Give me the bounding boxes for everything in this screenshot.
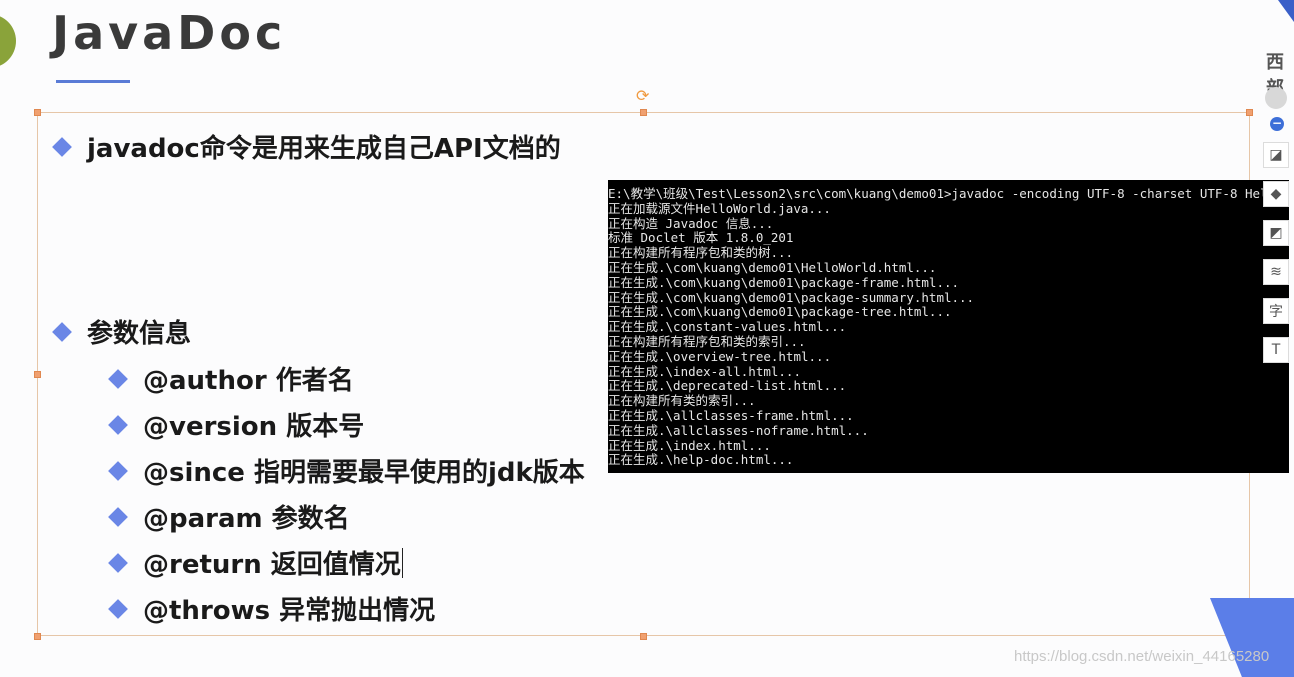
font-icon[interactable]: 字 xyxy=(1263,298,1289,324)
terminal-line: E:\教学\班级\Test\Lesson2\src\com\kuang\demo… xyxy=(608,186,1268,201)
bullet-text: 参数信息 xyxy=(87,319,192,349)
terminal-line: 正在生成.\com\kuang\demo01\package-frame.htm… xyxy=(608,274,960,290)
diamond-bullet-icon xyxy=(108,506,128,527)
terminal-line: 正在生成.\constant-values.html... xyxy=(608,319,847,335)
bullet-text: @since 指明需要最早使用的jdk版本 xyxy=(143,458,585,488)
terminal-lines: E:\教学\班级\Test\Lesson2\src\com\kuang\demo… xyxy=(608,180,1289,468)
resize-handle-top-right[interactable] xyxy=(1246,109,1253,116)
diamond-bullet-icon xyxy=(52,321,72,342)
terminal-line: 正在生成.\help-doc.html... xyxy=(608,452,794,468)
bullet-javadoc-command: javadoc命令是用来生成自己API文档的 xyxy=(52,128,561,165)
bullet-text: @return 返回值情况 xyxy=(143,550,401,580)
terminal-line: 正在构建所有类的索引... xyxy=(608,393,756,409)
bullet-param: @param 参数名 xyxy=(108,498,350,535)
layers-icon[interactable]: ≋ xyxy=(1263,259,1289,285)
watermark-url: https://blog.csdn.net/weixin_44165280 xyxy=(1014,648,1270,665)
bullet-version: @version 版本号 xyxy=(108,406,365,443)
terminal-line: 正在生成.\overview-tree.html... xyxy=(608,348,832,364)
terminal-line: 正在生成.\deprecated-list.html... xyxy=(608,378,847,394)
title-underline xyxy=(56,80,130,83)
resize-handle-bottom-left[interactable] xyxy=(34,633,41,640)
text-cursor xyxy=(401,547,403,578)
diamond-bullet-icon xyxy=(52,136,72,157)
slide-title[interactable]: JavaDoc xyxy=(52,6,286,60)
terminal-line: 正在生成.\com\kuang\demo01\HelloWorld.html..… xyxy=(608,259,937,275)
bullet-return: @return 返回值情况 xyxy=(108,544,403,581)
terminal-line: 正在加载源文件HelloWorld.java... xyxy=(608,200,831,216)
diamond-bullet-icon xyxy=(108,552,128,573)
bullet-text: @param 参数名 xyxy=(143,504,350,534)
diamond-bullet-icon xyxy=(108,460,128,481)
fill-icon[interactable]: ◆ xyxy=(1263,181,1289,207)
bullet-param-info: 参数信息 xyxy=(52,313,192,350)
terminal-line: 正在生成.\index-all.html... xyxy=(608,363,801,379)
bullet-text: @author 作者名 xyxy=(143,366,354,396)
presentation-slide: JavaDoc ⟳ javadoc命令是用来生成自己API文档的 参数信息 @a… xyxy=(0,0,1294,677)
text-style-icon[interactable]: T xyxy=(1263,337,1289,363)
decorative-corner-top xyxy=(1278,0,1294,22)
resize-handle-top-left[interactable] xyxy=(34,109,41,116)
terminal-line: 正在生成.\allclasses-frame.html... xyxy=(608,407,854,423)
terminal-line: 正在生成.\com\kuang\demo01\package-summary.h… xyxy=(608,289,975,305)
terminal-line: 正在构建所有程序包和类的索引... xyxy=(608,333,806,349)
terminal-line: 正在生成.\com\kuang\demo01\package-tree.html… xyxy=(608,304,952,320)
rotate-handle-icon[interactable]: ⟳ xyxy=(636,88,649,104)
bullet-text: @version 版本号 xyxy=(143,412,365,442)
terminal-output-image: E:\教学\班级\Test\Lesson2\src\com\kuang\demo… xyxy=(608,180,1289,473)
bullet-text: @throws 异常抛出情况 xyxy=(143,596,436,626)
collapse-minus-icon[interactable]: − xyxy=(1270,117,1284,131)
terminal-line: 正在构建所有程序包和类的树... xyxy=(608,245,794,261)
bullet-since: @since 指明需要最早使用的jdk版本 xyxy=(108,452,585,489)
diamond-bullet-icon xyxy=(108,368,128,389)
resize-handle-middle-left[interactable] xyxy=(34,371,41,378)
resize-handle-top-center[interactable] xyxy=(640,109,647,116)
decorative-circle xyxy=(0,14,16,68)
line-icon[interactable]: ◩ xyxy=(1263,220,1289,246)
decorative-corner-bottom xyxy=(1210,598,1294,677)
terminal-line: 正在生成.\index.html... xyxy=(608,437,771,453)
diamond-bullet-icon xyxy=(108,414,128,435)
bullet-author: @author 作者名 xyxy=(108,360,354,397)
diamond-bullet-icon xyxy=(108,598,128,619)
bullet-throws: @throws 异常抛出情况 xyxy=(108,590,436,627)
bullet-text: javadoc命令是用来生成自己API文档的 xyxy=(87,134,561,164)
terminal-line: 标准 Doclet 版本 1.8.0_201 xyxy=(608,230,794,246)
terminal-line: 正在生成.\allclasses-noframe.html... xyxy=(608,422,869,438)
toolbar-circle-icon[interactable] xyxy=(1265,87,1287,109)
terminal-line: 正在构造 Javadoc 信息... xyxy=(608,215,774,231)
resize-handle-bottom-center[interactable] xyxy=(640,633,647,640)
edit-icon[interactable]: ◪ xyxy=(1263,142,1289,168)
